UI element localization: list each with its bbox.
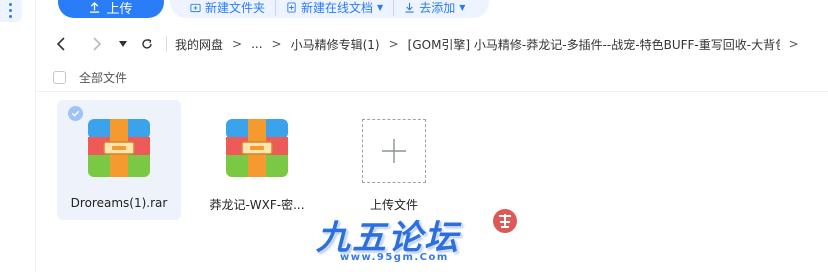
select-all-label: 全部文件 <box>79 71 128 85</box>
breadcrumb-separator-icon: > <box>232 37 243 51</box>
breadcrumb-separator-icon: > <box>788 37 799 51</box>
breadcrumb-item-album[interactable]: 小马精修专辑(1) <box>291 36 380 53</box>
file-name: 莽龙记-WXF-密... <box>209 198 305 212</box>
plus-icon <box>382 139 406 163</box>
toolbar-actions: 新建文件夹 新建在线文档 ▼ 去添加 ▼ <box>170 0 490 18</box>
history-dropdown-button[interactable] <box>112 33 134 55</box>
watermark-url: www.95gm.Com <box>340 252 449 263</box>
breadcrumb-divider <box>166 36 167 52</box>
document-plus-icon <box>287 1 296 13</box>
new-online-doc-label: 新建在线文档 <box>301 0 374 15</box>
breadcrumb-item-root[interactable]: 我的网盘 <box>175 36 223 53</box>
file-manager-window: 上传 新建文件夹 新建在线文档 ▼ 去添加 ▼ 我的网盘 > ... > 小马精… <box>0 0 828 272</box>
upload-button-label: 上传 <box>106 1 133 17</box>
file-name: Droreams(1).rar <box>70 196 168 210</box>
watermark-seal-icon <box>493 209 517 233</box>
chevron-left-icon <box>56 37 65 51</box>
checkmark-icon[interactable] <box>68 106 83 121</box>
rar-archive-icon <box>88 119 150 177</box>
toolbar: 上传 新建文件夹 新建在线文档 ▼ 去添加 ▼ <box>36 0 828 18</box>
file-tile[interactable]: 莽龙记-WXF-密... <box>195 100 319 220</box>
upload-file-tile[interactable] <box>362 119 426 183</box>
more-options-icon[interactable] <box>0 0 22 22</box>
file-tile[interactable]: Droreams(1).rar <box>57 100 181 220</box>
chevron-down-icon: ▼ <box>377 2 384 12</box>
upload-icon <box>90 1 100 13</box>
breadcrumb-item-ellipsis[interactable]: ... <box>251 37 262 51</box>
back-button[interactable] <box>50 33 72 55</box>
folder-plus-icon <box>190 3 201 12</box>
caret-down-icon <box>119 41 127 47</box>
new-online-doc-button[interactable]: 新建在线文档 ▼ <box>275 0 393 16</box>
breadcrumb-item-current: [GOM引擎] 小马精修-莽龙记-多插件--战宠-特色BUFF-重写回收-大背包… <box>407 37 780 52</box>
forward-button[interactable] <box>86 33 108 55</box>
forum-watermark: 九五论坛 www.95gm.Com <box>310 204 530 270</box>
select-all-checkbox[interactable] <box>53 71 66 84</box>
breadcrumb: 我的网盘 > ... > 小马精修专辑(1) > [GOM引擎] 小马精修-莽龙… <box>36 28 828 60</box>
new-folder-label: 新建文件夹 <box>205 0 266 15</box>
upload-button[interactable]: 上传 <box>58 0 164 18</box>
list-header: 全部文件 <box>36 64 828 92</box>
chevron-right-icon <box>93 37 102 51</box>
refresh-button[interactable] <box>136 33 158 55</box>
chevron-down-icon: ▼ <box>459 2 466 12</box>
side-nav-strip <box>0 0 36 272</box>
add-button[interactable]: 去添加 ▼ <box>393 0 475 16</box>
rar-archive-icon <box>226 119 288 177</box>
new-folder-button[interactable]: 新建文件夹 <box>180 0 275 16</box>
breadcrumb-separator-icon: > <box>388 37 399 51</box>
add-label: 去添加 <box>419 0 456 15</box>
refresh-icon <box>142 38 152 49</box>
breadcrumb-separator-icon: > <box>271 37 282 51</box>
download-icon <box>405 2 414 13</box>
